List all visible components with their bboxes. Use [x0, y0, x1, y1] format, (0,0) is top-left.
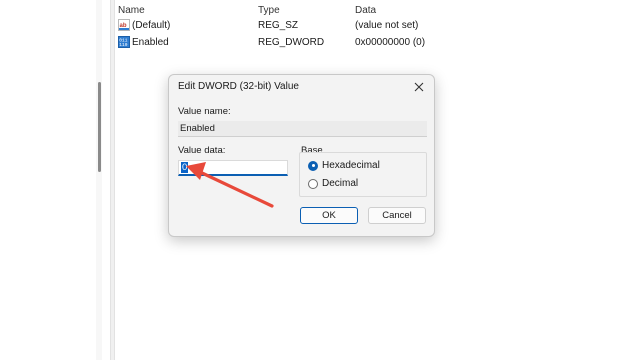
- list-header: Name Type Data: [118, 2, 640, 18]
- value-name: (Default): [132, 19, 171, 31]
- value-type: REG_SZ: [258, 19, 299, 31]
- string-value-icon: ab: [118, 19, 130, 31]
- column-header-type[interactable]: Type: [258, 5, 354, 16]
- base-group: [299, 152, 427, 197]
- radio-unselected-indicator[interactable]: [308, 178, 318, 189]
- value-name: Enabled: [132, 36, 169, 48]
- key-tree-pane: [0, 0, 110, 360]
- pane-splitter[interactable]: [110, 0, 115, 360]
- ok-button[interactable]: OK: [300, 207, 358, 224]
- tree-scrollbar[interactable]: [96, 0, 102, 360]
- list-row-default[interactable]: ab (Default) REG_SZ (value not set): [118, 17, 640, 33]
- radio-decimal[interactable]: Decimal: [308, 178, 358, 189]
- column-header-name[interactable]: Name: [118, 5, 258, 16]
- value-name-field: Enabled: [178, 121, 427, 137]
- binary-value-icon: 011 110: [118, 36, 130, 48]
- dialog-title: Edit DWORD (32-bit) Value: [178, 81, 299, 92]
- radio-selected-indicator[interactable]: [308, 160, 318, 171]
- value-data-label: Value data:: [178, 145, 226, 156]
- edit-dword-dialog: Edit DWORD (32-bit) Value Value name: En…: [168, 74, 435, 237]
- registry-editor-screen: Name Type Data ab (Default) REG_SZ (valu…: [0, 0, 640, 360]
- value-data: 0x00000000 (0): [355, 36, 426, 48]
- value-data: (value not set): [355, 19, 419, 31]
- value-data-input[interactable]: 0: [178, 160, 288, 176]
- cancel-button[interactable]: Cancel: [368, 207, 426, 224]
- value-data-selected-text: 0: [181, 162, 189, 173]
- radio-label-hexadecimal: Hexadecimal: [322, 160, 380, 171]
- svg-text:110: 110: [119, 42, 127, 48]
- column-header-data[interactable]: Data: [355, 5, 555, 16]
- list-row-enabled[interactable]: 011 110 Enabled REG_DWORD 0x00000000 (0): [118, 34, 640, 50]
- radio-label-decimal: Decimal: [322, 178, 359, 189]
- radio-hexadecimal[interactable]: Hexadecimal: [308, 160, 380, 171]
- close-button[interactable]: [412, 80, 426, 94]
- value-type: REG_DWORD: [258, 36, 325, 48]
- close-icon: [414, 82, 424, 92]
- value-name-label: Value name:: [178, 106, 231, 117]
- tree-scrollbar-thumb[interactable]: [98, 82, 101, 172]
- value-name-text: Enabled: [180, 123, 215, 134]
